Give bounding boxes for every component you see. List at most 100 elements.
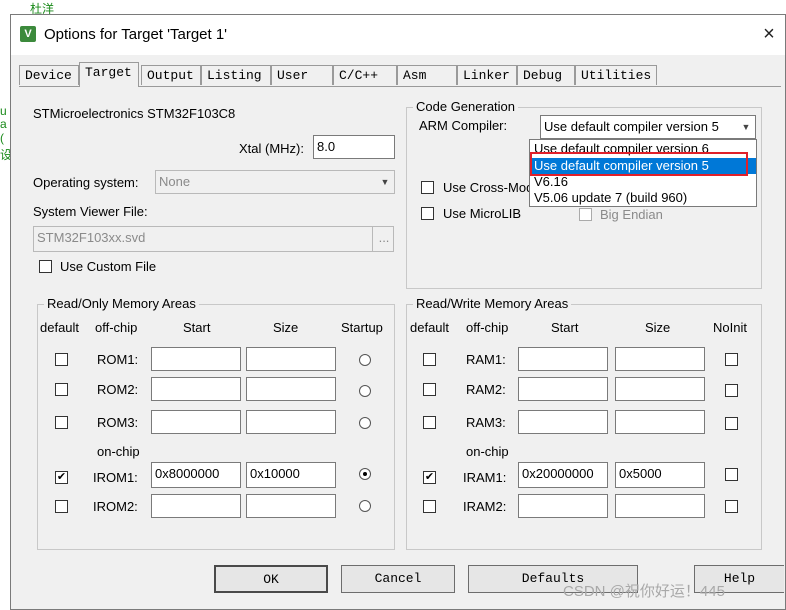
ram-onchip-label: on-chip	[466, 444, 509, 459]
svd-label: System Viewer File:	[33, 204, 148, 219]
arm-compiler-select[interactable]: Use default compiler version 5 ▼	[540, 115, 756, 139]
dropdown-option[interactable]: V6.16	[532, 174, 756, 190]
close-icon[interactable]: ×	[759, 23, 779, 45]
iram2-label: IRAM2:	[463, 499, 507, 514]
ram3-noinit-checkbox[interactable]	[725, 417, 738, 430]
tab-cc[interactable]: C/C++	[333, 65, 397, 85]
dropdown-option[interactable]: V5.06 update 7 (build 960)	[532, 190, 756, 206]
microlib-label: Use MicroLIB	[443, 206, 522, 221]
browse-button[interactable]: ...	[372, 226, 394, 252]
ram3-default-checkbox[interactable]	[423, 416, 436, 429]
chevron-down-icon: ▼	[380, 177, 390, 187]
rom2-size-input[interactable]	[246, 377, 336, 401]
arm-compiler-label: ARM Compiler:	[419, 118, 508, 133]
irom1-startup-radio[interactable]	[359, 468, 371, 480]
irom1-start-input[interactable]: 0x8000000	[151, 462, 241, 488]
ram3-start-input[interactable]	[518, 410, 608, 434]
rom3-size-input[interactable]	[246, 410, 336, 434]
rom2-start-input[interactable]	[151, 377, 241, 401]
rom1-default-checkbox[interactable]	[55, 353, 68, 366]
rom3-default-checkbox[interactable]	[55, 416, 68, 429]
tab-user[interactable]: User	[271, 65, 333, 85]
os-select[interactable]: None ▼	[155, 170, 395, 194]
rom1-startup-radio[interactable]	[359, 354, 371, 366]
custom-file-label: Use Custom File	[60, 259, 157, 274]
rom1-start-input[interactable]	[151, 347, 241, 371]
ok-button[interactable]: OK	[214, 565, 328, 593]
iram1-default-checkbox[interactable]: ✔	[423, 471, 436, 484]
tab-debug[interactable]: Debug	[517, 65, 575, 85]
compiler-value: Use default compiler version 5	[544, 119, 719, 134]
chevron-down-icon[interactable]: ▼	[737, 116, 755, 138]
custom-file-checkbox[interactable]	[39, 260, 52, 273]
tab-utilities[interactable]: Utilities	[575, 65, 657, 85]
iram2-default-checkbox[interactable]	[423, 500, 436, 513]
watermark: CSDN @祝你好运！445	[563, 583, 725, 600]
cross-module-label: Use Cross-Modu	[443, 180, 541, 195]
rom-group-title: Read/Only Memory Areas	[44, 296, 199, 311]
cross-module-checkbox[interactable]	[421, 181, 434, 194]
ram3-label: RAM3:	[466, 415, 506, 430]
editor-text: u	[0, 104, 7, 118]
rom1-label: ROM1:	[97, 352, 139, 367]
rom-header-start: Start	[183, 320, 211, 335]
rom-header-offchip: off-chip	[95, 320, 138, 335]
iram2-noinit-checkbox[interactable]	[725, 500, 738, 513]
cancel-button[interactable]: Cancel	[341, 565, 455, 593]
ram1-default-checkbox[interactable]	[423, 353, 436, 366]
tab-output[interactable]: Output	[141, 65, 201, 85]
rom-header-startup: Startup	[341, 320, 383, 335]
tab-device[interactable]: Device	[19, 65, 79, 85]
svd-input[interactable]: STM32F103xx.svd	[33, 226, 373, 252]
irom2-startup-radio[interactable]	[359, 500, 371, 512]
keil-app-icon: V	[20, 26, 36, 42]
irom1-size-input[interactable]: 0x10000	[246, 462, 336, 488]
rom1-size-input[interactable]	[246, 347, 336, 371]
iram1-start-input[interactable]: 0x20000000	[518, 462, 608, 488]
highlight-annotation	[530, 152, 748, 176]
rom2-startup-radio[interactable]	[359, 385, 371, 397]
irom2-default-checkbox[interactable]	[55, 500, 68, 513]
os-label: Operating system:	[33, 175, 139, 190]
irom1-default-checkbox[interactable]: ✔	[55, 471, 68, 484]
rom3-startup-radio[interactable]	[359, 417, 371, 429]
editor-text: a	[0, 117, 7, 131]
ram1-label: RAM1:	[466, 352, 506, 367]
tab-linker[interactable]: Linker	[457, 65, 517, 85]
rom-onchip-label: on-chip	[97, 444, 140, 459]
irom1-label: IROM1:	[93, 470, 138, 485]
xtal-input[interactable]: 8.0	[313, 135, 395, 159]
microlib-checkbox[interactable]	[421, 207, 434, 220]
irom2-size-input[interactable]	[246, 494, 336, 518]
irom2-start-input[interactable]	[151, 494, 241, 518]
rom3-start-input[interactable]	[151, 410, 241, 434]
ram2-start-input[interactable]	[518, 377, 608, 401]
ram1-size-input[interactable]	[615, 347, 705, 371]
tab-target[interactable]: Target	[79, 62, 139, 87]
editor-text: (	[0, 131, 4, 145]
iram1-size-input[interactable]: 0x5000	[615, 462, 705, 488]
rom3-label: ROM3:	[97, 415, 139, 430]
big-endian-checkbox[interactable]	[579, 208, 592, 221]
iram2-start-input[interactable]	[518, 494, 608, 518]
code-generation-title: Code Generation	[413, 99, 519, 114]
rom2-default-checkbox[interactable]	[55, 383, 68, 396]
ram1-start-input[interactable]	[518, 347, 608, 371]
xtal-label: Xtal (MHz):	[239, 141, 304, 156]
rom-header-size: Size	[273, 320, 299, 335]
rom2-label: ROM2:	[97, 382, 139, 397]
ram2-noinit-checkbox[interactable]	[725, 384, 738, 397]
ram-header-noinit: NoInit	[713, 320, 747, 335]
iram1-noinit-checkbox[interactable]	[725, 468, 738, 481]
ram1-noinit-checkbox[interactable]	[725, 353, 738, 366]
tab-listing[interactable]: Listing	[201, 65, 271, 85]
ram2-default-checkbox[interactable]	[423, 383, 436, 396]
iram2-size-input[interactable]	[615, 494, 705, 518]
ram3-size-input[interactable]	[615, 410, 705, 434]
iram1-label: IRAM1:	[463, 470, 507, 485]
ram2-label: RAM2:	[466, 382, 506, 397]
tab-asm[interactable]: Asm	[397, 65, 457, 85]
ram-group-title: Read/Write Memory Areas	[413, 296, 572, 311]
title-bar[interactable]: V Options for Target 'Target 1' ×	[11, 15, 785, 55]
ram2-size-input[interactable]	[615, 377, 705, 401]
